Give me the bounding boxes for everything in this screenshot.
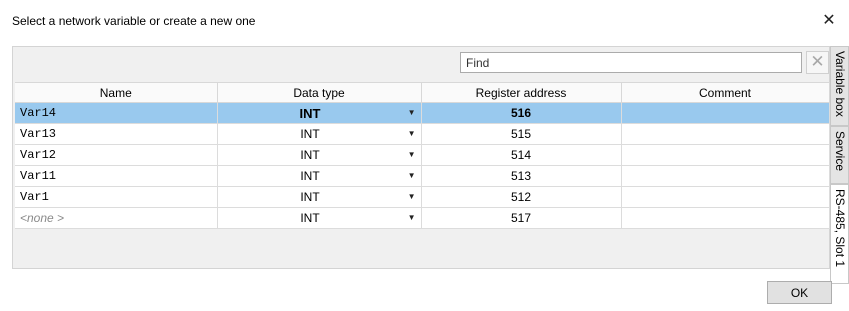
row-data-type-select[interactable]: INT ▼: [217, 102, 422, 124]
dropdown-arrow-icon[interactable]: ▼: [408, 213, 416, 222]
dropdown-arrow-icon[interactable]: ▼: [408, 150, 416, 159]
find-input[interactable]: [460, 52, 802, 73]
row-data-type-value: INT: [300, 127, 320, 141]
tab-rs485-slot1-label: RS-485, Slot 1: [833, 189, 847, 268]
tab-variable-box-label: Variable box: [833, 51, 847, 117]
row-comment-cell[interactable]: [621, 144, 830, 166]
table-row[interactable]: Var12 INT ▼ 514: [15, 144, 830, 166]
side-tabs: Variable box Service RS-485, Slot 1: [830, 46, 849, 306]
dialog-title: Select a network variable or create a ne…: [12, 14, 256, 28]
row-data-type-select[interactable]: INT ▼: [217, 186, 422, 208]
row-register-cell[interactable]: 512: [421, 186, 622, 208]
row-data-type-select[interactable]: INT ▼: [217, 207, 422, 229]
row-data-type-select[interactable]: INT ▼: [217, 123, 422, 145]
row-name-cell[interactable]: Var11: [15, 165, 218, 187]
row-register-cell[interactable]: 513: [421, 165, 622, 187]
row-data-type-select[interactable]: INT ▼: [217, 165, 422, 187]
row-comment-cell[interactable]: [621, 207, 830, 229]
row-data-type-value: INT: [300, 190, 320, 204]
row-name-cell[interactable]: Var12: [15, 144, 218, 166]
dropdown-arrow-icon[interactable]: ▼: [408, 129, 416, 138]
tab-rs485-slot1[interactable]: RS-485, Slot 1: [830, 184, 849, 284]
table-row[interactable]: Var1 INT ▼ 512: [15, 186, 830, 208]
row-register-cell[interactable]: 516: [421, 102, 622, 124]
dialog-titlebar: Select a network variable or create a ne…: [0, 0, 849, 46]
row-data-type-value: INT: [300, 211, 320, 225]
table-row[interactable]: Var14 INT ▼ 516: [15, 102, 830, 124]
close-icon[interactable]: ✕: [821, 10, 837, 30]
table-row[interactable]: Var13 INT ▼ 515: [15, 123, 830, 145]
table-header-row: Name Data type Register address Comment: [15, 82, 830, 103]
column-header-data-type[interactable]: Data type: [217, 82, 422, 103]
row-data-type-select[interactable]: INT ▼: [217, 144, 422, 166]
row-name-cell[interactable]: Var13: [15, 123, 218, 145]
dropdown-arrow-icon[interactable]: ▼: [408, 171, 416, 180]
variable-table: Name Data type Register address Comment …: [15, 82, 830, 229]
row-data-type-value: INT: [300, 148, 320, 162]
column-header-name[interactable]: Name: [15, 82, 218, 103]
row-data-type-value: INT: [299, 106, 321, 121]
table-row-new[interactable]: <none > INT ▼ 517: [15, 207, 830, 229]
row-register-cell[interactable]: 515: [421, 123, 622, 145]
column-header-comment[interactable]: Comment: [621, 82, 830, 103]
tab-service-label: Service: [833, 131, 847, 172]
tab-service[interactable]: Service: [830, 126, 849, 184]
ok-button[interactable]: OK: [767, 281, 832, 304]
clear-icon[interactable]: ✕: [806, 51, 829, 74]
row-name-placeholder[interactable]: <none >: [15, 207, 218, 229]
row-name-cell[interactable]: Var1: [15, 186, 218, 208]
row-comment-cell[interactable]: [621, 102, 830, 124]
row-comment-cell[interactable]: [621, 165, 830, 187]
row-comment-cell[interactable]: [621, 123, 830, 145]
column-header-register-address[interactable]: Register address: [421, 82, 622, 103]
row-data-type-value: INT: [300, 169, 320, 183]
row-comment-cell[interactable]: [621, 186, 830, 208]
row-register-cell[interactable]: 517: [421, 207, 622, 229]
dropdown-arrow-icon[interactable]: ▼: [408, 108, 416, 117]
row-register-cell[interactable]: 514: [421, 144, 622, 166]
variable-panel: ✕ Name Data type Register address Commen…: [12, 46, 830, 269]
row-name-cell[interactable]: Var14: [15, 102, 218, 124]
table-row[interactable]: Var11 INT ▼ 513: [15, 165, 830, 187]
dropdown-arrow-icon[interactable]: ▼: [408, 192, 416, 201]
tab-variable-box[interactable]: Variable box: [830, 46, 849, 126]
